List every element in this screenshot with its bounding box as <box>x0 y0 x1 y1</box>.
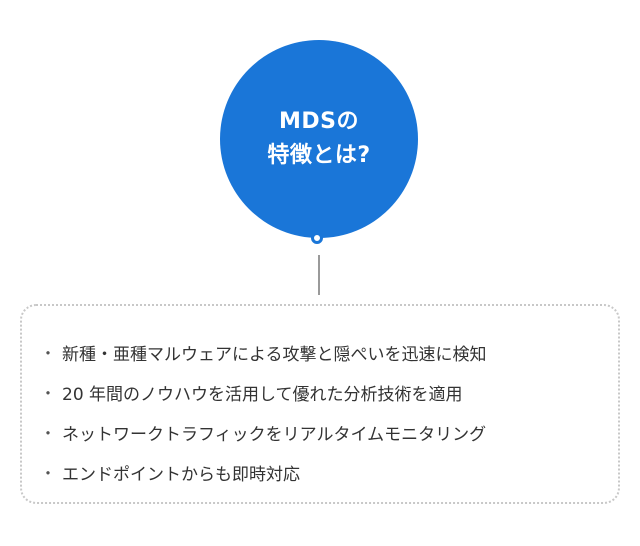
features-panel: ・ 新種・亜種マルウェアによる攻撃と隠ぺいを迅速に検知 ・ 20 年間のノウハウ… <box>20 304 620 504</box>
feature-text: 新種・亜種マルウェアによる攻撃と隠ぺいを迅速に検知 <box>62 344 487 365</box>
connector-dot <box>311 232 323 244</box>
bullet-icon: ・ <box>40 344 57 363</box>
feature-text: ネットワークトラフィックをリアルタイムモニタリング <box>62 424 487 445</box>
features-list: ・ 新種・亜種マルウェアによる攻撃と隠ぺいを迅速に検知 ・ 20 年間のノウハウ… <box>40 332 608 492</box>
feature-text: 20 年間のノウハウを活用して優れた分析技術を適用 <box>62 384 463 405</box>
feature-item: ・ エンドポイントからも即時対応 <box>40 452 608 492</box>
mds-title-badge: MDSの 特徴とは? <box>220 40 418 238</box>
connector-line <box>318 255 320 295</box>
bullet-icon: ・ <box>40 424 57 443</box>
bullet-icon: ・ <box>40 464 57 483</box>
feature-item: ・ 新種・亜種マルウェアによる攻撃と隠ぺいを迅速に検知 <box>40 332 608 372</box>
feature-text: エンドポイントからも即時対応 <box>62 464 300 485</box>
feature-item: ・ 20 年間のノウハウを活用して優れた分析技術を適用 <box>40 372 608 412</box>
feature-item: ・ ネットワークトラフィックをリアルタイムモニタリング <box>40 412 608 452</box>
badge-title-line2: 特徴とは? <box>267 143 371 168</box>
badge-title-line1: MDSの <box>279 109 359 134</box>
bullet-icon: ・ <box>40 384 57 403</box>
